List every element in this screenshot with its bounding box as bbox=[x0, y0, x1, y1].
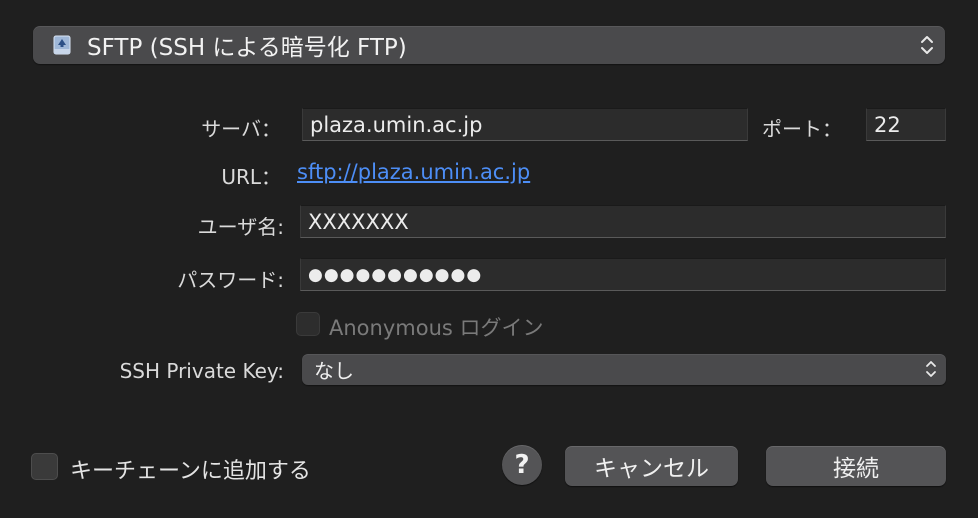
protocol-label: SFTP (SSH による暗号化 FTP) bbox=[87, 35, 407, 61]
protocol-select[interactable]: SFTP (SSH による暗号化 FTP) bbox=[33, 26, 945, 64]
chevron-updown-icon bbox=[920, 34, 934, 56]
password-label: パスワード: bbox=[177, 268, 284, 292]
private-key-label: SSH Private Key: bbox=[119, 359, 284, 383]
server-input[interactable]: plaza.umin.ac.jp bbox=[302, 108, 748, 141]
url-label: URL： bbox=[221, 165, 281, 189]
url-link[interactable]: sftp://plaza.umin.ac.jp bbox=[297, 160, 530, 184]
port-label: ポート： bbox=[762, 117, 842, 141]
keychain-label: キーチェーンに追加する bbox=[70, 459, 311, 484]
help-button[interactable]: ? bbox=[502, 445, 542, 485]
server-label: サーバ： bbox=[201, 117, 281, 141]
anonymous-label: Anonymous ログイン bbox=[329, 316, 544, 340]
connection-dialog: SFTP (SSH による暗号化 FTP) サーバ： plaza.umin.ac… bbox=[0, 0, 978, 518]
drive-icon bbox=[51, 34, 73, 56]
port-input[interactable]: 22 bbox=[866, 108, 946, 141]
anonymous-checkbox[interactable] bbox=[296, 312, 320, 336]
keychain-checkbox[interactable] bbox=[31, 453, 58, 480]
cancel-button[interactable]: キャンセル bbox=[565, 446, 738, 486]
private-key-value: なし bbox=[314, 359, 354, 383]
connect-button[interactable]: 接続 bbox=[766, 446, 946, 486]
username-input[interactable]: XXXXXXX bbox=[300, 205, 946, 238]
chevron-updown-icon bbox=[925, 359, 937, 379]
password-input[interactable]: ●●●●●●●●●●● bbox=[300, 258, 946, 291]
username-label: ユーザ名: bbox=[197, 215, 284, 239]
private-key-select[interactable]: なし bbox=[302, 354, 946, 385]
